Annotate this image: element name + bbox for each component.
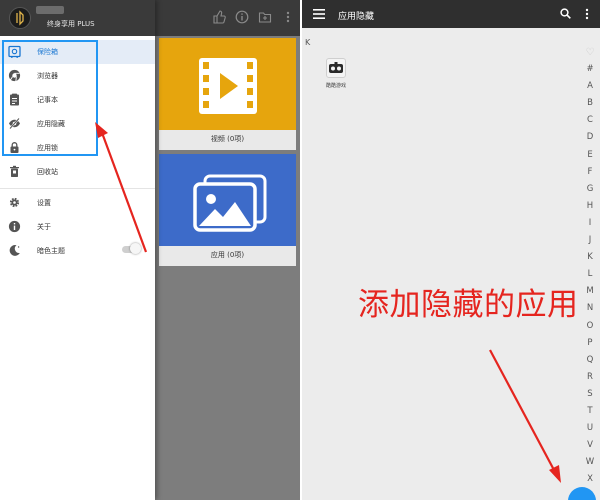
tile-video-label: 视频 (0项) [210, 135, 245, 143]
drawer-item-label: 回收站 [37, 168, 58, 176]
index-letter[interactable]: A [583, 78, 597, 95]
moon-icon [9, 245, 20, 256]
index-letter[interactable]: S [583, 386, 597, 403]
index-letter[interactable]: F [583, 164, 597, 181]
tile-apps[interactable]: 应用 (0项) [159, 154, 296, 266]
drawer-item-recycle-bin[interactable]: 回收站 [0, 160, 155, 184]
tile-video[interactable]: 视频 (0项) [159, 38, 296, 150]
app-item-name: 酷酷游戏 [325, 83, 346, 89]
logo-glyph-icon [16, 10, 24, 26]
index-letter[interactable]: Q [583, 352, 597, 369]
photos-icon [159, 154, 296, 246]
index-letter[interactable]: L [583, 266, 597, 283]
app-hide-toolbar: 应用隐藏 [302, 0, 600, 28]
index-letter[interactable]: B [583, 95, 597, 112]
subscription-label: 终身享用 PLUS [47, 20, 95, 28]
gear-icon [9, 197, 20, 208]
menu-icon[interactable] [313, 9, 325, 19]
thumbs-up-icon[interactable] [212, 10, 226, 24]
section-header-letter: K [305, 38, 311, 47]
drawer-item-settings[interactable]: 设置 [0, 191, 155, 215]
index-letter[interactable]: G [583, 181, 597, 198]
more-options-icon[interactable] [281, 10, 295, 24]
index-letter[interactable]: E [583, 147, 597, 164]
tile-apps-label: 应用 (0项) [210, 251, 245, 259]
info-icon[interactable] [235, 10, 249, 24]
index-letter[interactable]: I [583, 215, 597, 232]
app-item[interactable] [326, 58, 346, 78]
app-logo [9, 7, 31, 29]
right-screenshot: 应用隐藏 K 酷酷游戏 ♡#ABCDEFGHIJKLMNOPQRSTUVWXY … [300, 0, 600, 500]
drawer-item-label: 暗色主题 [37, 247, 65, 255]
index-letter[interactable]: U [583, 420, 597, 437]
index-letter[interactable]: P [583, 335, 597, 352]
index-letter[interactable]: J [583, 232, 597, 249]
drawer-item-label: 关于 [37, 223, 51, 231]
index-letter[interactable]: # [583, 61, 597, 78]
page-title: 应用隐藏 [338, 12, 375, 22]
add-folder-icon[interactable] [258, 10, 272, 24]
drawer-header: 终身享用 PLUS [0, 0, 155, 36]
drawer-item-label: 设置 [37, 199, 51, 207]
index-letter[interactable]: V [583, 437, 597, 454]
index-letter[interactable]: ♡ [583, 44, 597, 61]
left-screenshot: 视频 (0项) 应用 (0项) 终身享用 PLUS 保险箱 浏览器 记事本 应用… [0, 0, 300, 500]
index-letter[interactable]: W [583, 454, 597, 471]
index-letter[interactable]: K [583, 249, 597, 266]
search-icon[interactable] [560, 8, 571, 19]
divider [0, 188, 155, 189]
index-letter[interactable]: X [583, 471, 597, 488]
drawer-item-about[interactable]: 关于 [0, 215, 155, 239]
index-letter[interactable]: D [583, 129, 597, 146]
more-options-icon[interactable] [584, 8, 590, 20]
dark-theme-toggle-knob[interactable] [130, 243, 141, 254]
info-icon [8, 220, 21, 233]
navigation-drawer: 终身享用 PLUS 保险箱 浏览器 记事本 应用隐藏 应用锁 回收站 设置 关于… [0, 0, 155, 500]
recycle-bin-icon [10, 165, 19, 177]
alphabet-index[interactable]: ♡#ABCDEFGHIJKLMNOPQRSTUVWXY [583, 44, 597, 500]
highlight-box [2, 40, 98, 156]
annotation-text: 添加隐藏的应用 [358, 287, 579, 323]
blurred-username [36, 6, 64, 14]
index-letter[interactable]: C [583, 112, 597, 129]
vr-game-icon [329, 62, 343, 73]
index-letter[interactable]: T [583, 403, 597, 420]
right-annotation-arrow [489, 349, 561, 483]
index-letter[interactable]: H [583, 198, 597, 215]
index-letter[interactable]: R [583, 369, 597, 386]
video-icon [159, 38, 296, 130]
vault-grid: 视频 (0项) 应用 (0项) [155, 36, 300, 500]
